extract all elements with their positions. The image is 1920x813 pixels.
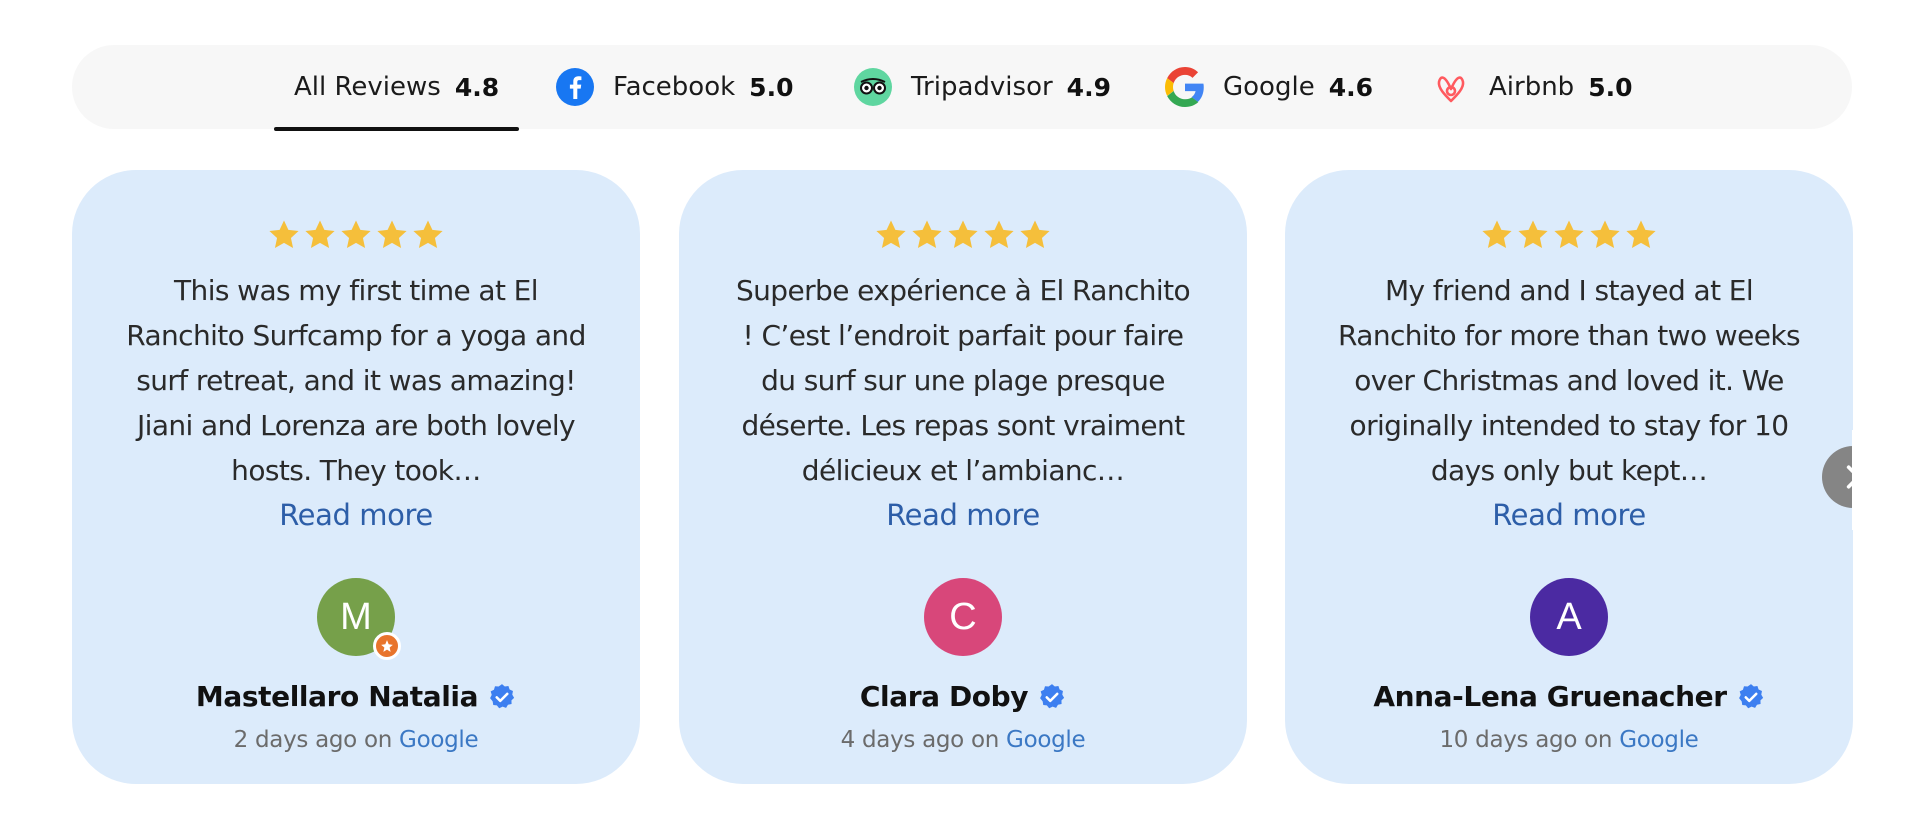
- verified-badge-icon: [1040, 683, 1065, 708]
- review-source-tabs: All Reviews 4.8 Facebook 5.0 Tripadvisor: [72, 45, 1852, 131]
- review-source-link[interactable]: Google: [1006, 727, 1086, 753]
- tab-label: Facebook: [613, 72, 736, 102]
- tab-all-reviews[interactable]: All Reviews 4.8: [274, 45, 520, 131]
- tab-score: 4.8: [454, 72, 500, 102]
- google-icon: [1165, 67, 1205, 107]
- tripadvisor-icon: [853, 67, 893, 107]
- star-icon: [305, 220, 335, 249]
- avatar-letter: M: [340, 595, 372, 638]
- review-source-link[interactable]: Google: [399, 727, 479, 753]
- active-tab-underline: [274, 127, 520, 131]
- tab-facebook[interactable]: Facebook 5.0: [555, 45, 793, 129]
- tab-score: 4.6: [1328, 72, 1373, 102]
- avatar-letter: C: [949, 595, 977, 638]
- read-more-link[interactable]: Read more: [886, 493, 1040, 538]
- review-card: This was my first time at El Ranchito Su…: [72, 170, 640, 784]
- star-icon: [341, 220, 371, 249]
- right-edge-mask: [1852, 430, 1920, 530]
- star-icon: [1590, 220, 1620, 249]
- review-on: on: [970, 727, 1000, 753]
- reviewer-name: Clara Doby: [859, 680, 1029, 713]
- reviewer-row: Clara Doby: [860, 680, 1066, 713]
- rating-stars: [874, 218, 1052, 254]
- tab-google[interactable]: Google 4.6: [1165, 45, 1373, 129]
- avatar: M: [317, 578, 401, 660]
- star-icon: [413, 220, 443, 249]
- airbnb-icon: [1431, 67, 1471, 107]
- review-time: 4 days ago: [840, 727, 965, 753]
- review-meta: 10 days ago on Google: [1439, 727, 1698, 753]
- review-card: Superbe expérience à El Ranchito ! C’est…: [679, 170, 1247, 784]
- read-more-link[interactable]: Read more: [279, 493, 433, 538]
- verified-badge-icon: [1738, 683, 1763, 708]
- star-icon: [876, 220, 906, 249]
- review-time: 10 days ago: [1439, 727, 1578, 753]
- star-icon: [984, 220, 1014, 249]
- review-text: My friend and I stayed at El Ranchito fo…: [1338, 274, 1801, 487]
- star-icon: [1482, 220, 1512, 249]
- star-icon: [269, 220, 299, 249]
- tab-label: Airbnb: [1489, 72, 1575, 102]
- star-icon: [377, 220, 407, 249]
- star-icon: [1554, 220, 1584, 249]
- tab-score: 5.0: [1588, 72, 1633, 102]
- avatar: A: [1530, 578, 1608, 656]
- verified-badge-icon: [490, 683, 515, 708]
- tab-tripadvisor[interactable]: Tripadvisor 4.9: [853, 45, 1111, 129]
- tab-label: Tripadvisor: [911, 72, 1053, 102]
- review-meta: 2 days ago on Google: [234, 727, 479, 753]
- star-icon: [1020, 220, 1050, 249]
- tab-score: 5.0: [749, 72, 794, 102]
- review-time: 2 days ago: [233, 727, 358, 753]
- tab-label: All Reviews: [294, 72, 441, 102]
- star-icon: [948, 220, 978, 249]
- local-guide-badge-icon: [373, 632, 401, 660]
- reviewer-name: Anna-Lena Gruenacher: [1373, 680, 1727, 713]
- star-icon: [1518, 220, 1548, 249]
- avatar-letter: A: [1556, 595, 1582, 638]
- facebook-icon: [555, 67, 595, 107]
- review-text: This was my first time at El Ranchito Su…: [126, 274, 586, 487]
- review-on: on: [1584, 727, 1613, 753]
- review-meta: 4 days ago on Google: [841, 727, 1086, 753]
- star-icon: [1626, 220, 1656, 249]
- review-on: on: [363, 727, 393, 753]
- tab-label: Google: [1223, 72, 1315, 102]
- review-text: Superbe expérience à El Ranchito ! C’est…: [735, 274, 1191, 487]
- tab-airbnb[interactable]: Airbnb 5.0: [1431, 45, 1632, 129]
- review-card: My friend and I stayed at El Ranchito fo…: [1285, 170, 1853, 784]
- reviewer-name: Mastellaro Natalia: [195, 680, 479, 713]
- tab-score: 4.9: [1066, 72, 1111, 102]
- review-source-link[interactable]: Google: [1619, 727, 1699, 753]
- rating-stars: [267, 218, 445, 254]
- star-icon: [912, 220, 942, 249]
- reviewer-row: Mastellaro Natalia: [196, 680, 516, 713]
- read-more-link[interactable]: Read more: [1492, 493, 1646, 538]
- rating-stars: [1480, 218, 1658, 254]
- avatar: C: [924, 578, 1002, 656]
- reviewer-row: Anna-Lena Gruenacher: [1373, 680, 1764, 713]
